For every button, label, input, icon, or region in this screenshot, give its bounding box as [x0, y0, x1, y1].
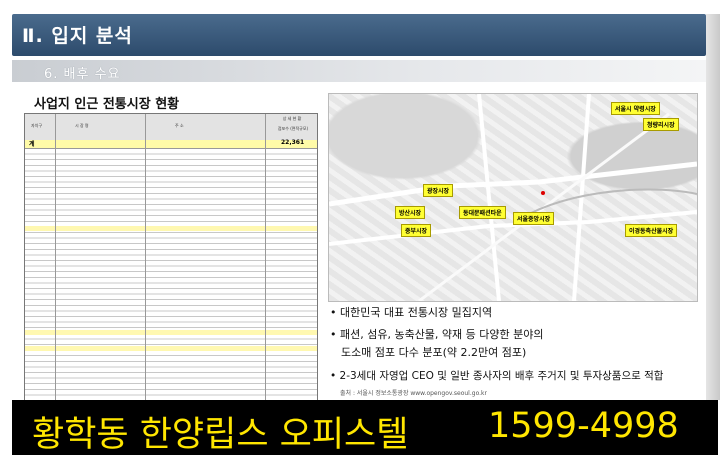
subsection-title: 6. 배후 수요 — [44, 67, 121, 82]
section-header: Ⅱ. 입지 분석 — [12, 14, 706, 56]
map-label: 광장시장 — [423, 184, 454, 197]
col-address: 주 소 — [175, 123, 184, 128]
map-roads — [329, 94, 697, 301]
col-divider — [145, 114, 146, 404]
col-market: 시 장 명 — [75, 123, 89, 128]
map-label: 청량리시장 — [643, 118, 679, 131]
table-row — [25, 346, 317, 351]
table-row — [25, 330, 317, 335]
bullet-item: • 대한민국 대표 전통시장 밀집지역 — [330, 306, 493, 319]
table-rows — [25, 149, 317, 404]
market-map: 서울시 약령시장 청량리시장 광장시장 이경동축산물시장 방산시장 동대문패션타… — [328, 93, 698, 302]
col-stores: 점포수 (면적규모) — [277, 126, 309, 131]
market-table: 자치구 시 장 명 주 소 상 세 현 황 점포수 (면적규모) 계 22,36… — [24, 113, 318, 405]
side-shade — [706, 14, 720, 400]
map-label: 서울중앙시장 — [513, 212, 555, 225]
total-value: 22,361 — [281, 139, 305, 146]
bullet-item: • 2-3세대 자영업 CEO 및 일반 종사자의 배후 주거지 및 투자상품으… — [330, 370, 664, 382]
bullet-item: • 패션, 섬유, 농축산물, 약재 등 다양한 분야의 — [330, 328, 544, 341]
subsection-header: 6. 배후 수요 — [12, 60, 706, 82]
section-title: Ⅱ. 입지 분석 — [22, 25, 133, 47]
col-section: 상 세 현 황 — [282, 116, 302, 121]
table-row — [25, 226, 317, 231]
map-label: 중부시장 — [401, 224, 432, 237]
bullet-item: 도소매 점포 다수 분포(약 2.2만여 점포) — [341, 346, 527, 359]
slide: Ⅱ. 입지 분석 6. 배후 수요 사업지 인근 전통시장 현황 자치구 시 장… — [0, 0, 720, 455]
table-title: 사업지 인근 전통시장 현황 — [34, 97, 180, 112]
map-label: 방산시장 — [395, 206, 426, 219]
map-label: 동대문패션타운 — [459, 206, 506, 219]
table-header: 자치구 시 장 명 주 소 상 세 현 황 점포수 (면적규모) — [25, 114, 317, 141]
map-label: 서울시 약령시장 — [611, 102, 660, 115]
col-divider — [265, 114, 266, 404]
col-district: 자치구 — [31, 123, 43, 128]
banner-text: 황학동 한양립스 오피스텔 — [32, 415, 409, 455]
map-source: 출처 : 서울시 정보소통광장 www.opengov.seoul.go.kr — [340, 390, 487, 397]
total-label: 계 — [29, 141, 35, 148]
total-row: 계 22,361 — [25, 139, 317, 149]
banner-phone: 1599-4998 — [488, 406, 679, 446]
promo-banner: 황학동 한양립스 오피스텔 1599-4998 — [12, 400, 718, 455]
map-label: 이경동축산물시장 — [625, 224, 678, 237]
col-divider — [55, 114, 56, 404]
